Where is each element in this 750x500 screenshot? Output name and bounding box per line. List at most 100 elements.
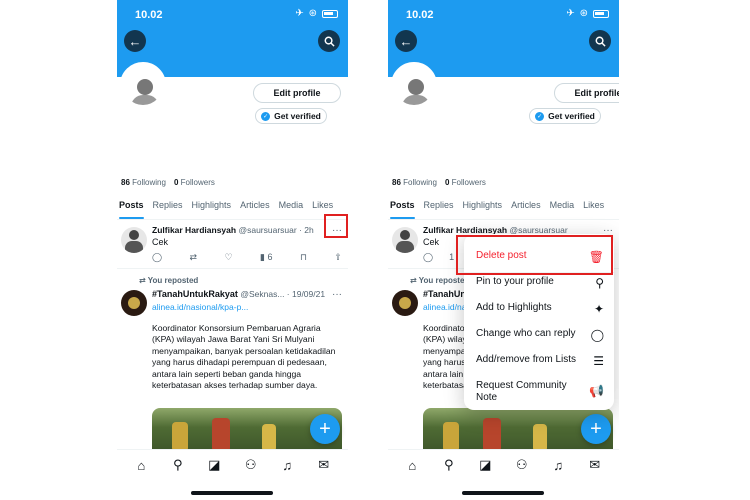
share-icon[interactable]: ⇪ xyxy=(334,252,342,263)
follow-stats: 86 Following 0 Followers xyxy=(121,178,215,187)
search-button[interactable] xyxy=(589,30,611,52)
menu-item-community-note[interactable]: Request Community Note xyxy=(464,380,584,404)
menu-item-lists[interactable]: Add/remove from Lists ☰ xyxy=(464,354,614,368)
bottom-nav: ⌂ ⚲ ◪ ⚇ ♫ ✉ xyxy=(388,449,619,500)
bell-icon[interactable]: ♫ xyxy=(279,457,295,473)
link-icon: ⊛ xyxy=(308,8,317,19)
bell-icon[interactable]: ♫ xyxy=(550,457,566,473)
repost-small-icon: ⇄ xyxy=(139,276,146,285)
get-verified-button[interactable]: ✓ Get verified xyxy=(529,108,601,124)
search-button[interactable] xyxy=(318,30,340,52)
post-link[interactable]: alinea.id/nasional/kpa-p... xyxy=(152,302,248,312)
views-count: 6 xyxy=(267,252,273,262)
status-icons: ✈ ⊛ xyxy=(566,8,609,19)
post-text: Cek xyxy=(152,237,169,247)
plus-icon: + xyxy=(590,417,602,440)
link-icon: ⊛ xyxy=(579,8,588,19)
profile-avatar[interactable] xyxy=(391,62,437,108)
tab-media[interactable]: Media xyxy=(279,198,304,219)
home-indicator xyxy=(191,491,273,495)
back-button[interactable]: ← xyxy=(395,30,417,52)
post-text: Cek xyxy=(423,237,440,247)
repost-count: 1 xyxy=(449,252,455,262)
post-cek[interactable]: Zulfikar Hardiansyah @saursuarsuar · 2h … xyxy=(117,221,348,269)
tab-posts[interactable]: Posts xyxy=(119,198,144,219)
search-nav-icon[interactable]: ⚲ xyxy=(170,457,186,473)
phone-screen-left: 10.02 ✈ ⊛ ← Edit profile ✓ Get verified … xyxy=(117,0,348,500)
reposted-label: ⇄ You reposted xyxy=(139,276,199,285)
author-name[interactable]: Zulfikar Hardiansyah xyxy=(152,225,236,235)
edit-profile-button[interactable]: Edit profile xyxy=(253,83,341,103)
bookmark-icon[interactable]: ⊓ xyxy=(300,252,307,263)
following-link[interactable]: 86 Following xyxy=(121,178,166,187)
annotation-highlight-delete xyxy=(456,235,613,275)
profile-tabs: Posts Replies Highlights Articles Media … xyxy=(117,198,348,220)
compose-button[interactable]: + xyxy=(310,414,340,444)
arrow-left-icon: ← xyxy=(128,33,142,49)
tab-media[interactable]: Media xyxy=(550,198,575,219)
post-actions: ◯ ⇄ ♡ ▮ 6 ⊓ ⇪ xyxy=(152,252,342,263)
airplane-icon: ✈ xyxy=(295,8,304,19)
arrow-left-icon: ← xyxy=(399,33,413,49)
profile-tabs: Posts Replies Highlights Articles Media … xyxy=(388,198,619,220)
menu-item-add-highlights[interactable]: Add to Highlights ✦ xyxy=(464,302,614,316)
tab-articles[interactable]: Articles xyxy=(240,198,270,219)
get-verified-button[interactable]: ✓ Get verified xyxy=(255,108,327,124)
grok-icon[interactable]: ◪ xyxy=(477,457,493,473)
back-button[interactable]: ← xyxy=(124,30,146,52)
tab-replies[interactable]: Replies xyxy=(424,198,454,219)
views-button[interactable]: ▮ 6 xyxy=(260,252,272,263)
airplane-icon: ✈ xyxy=(566,8,575,19)
bottom-nav: ⌂ ⚲ ◪ ⚇ ♫ ✉ xyxy=(117,449,348,500)
get-verified-label: Get verified xyxy=(274,111,321,121)
status-time: 10.02 xyxy=(135,9,163,21)
search-nav-icon[interactable]: ⚲ xyxy=(441,457,457,473)
tab-articles[interactable]: Articles xyxy=(511,198,541,219)
more-options-icon[interactable]: ··· xyxy=(332,289,342,300)
avatar[interactable] xyxy=(392,227,418,253)
menu-item-change-reply[interactable]: Change who can reply ◯ xyxy=(464,328,614,342)
like-icon[interactable]: ♡ xyxy=(225,252,233,263)
sparkle-icon: ✦ xyxy=(593,302,604,316)
tab-posts[interactable]: Posts xyxy=(390,198,415,219)
repost-small-icon: ⇄ xyxy=(410,276,417,285)
tab-highlights[interactable]: Highlights xyxy=(192,198,232,219)
communities-icon[interactable]: ⚇ xyxy=(514,457,530,473)
followers-link[interactable]: 0 Followers xyxy=(174,178,215,187)
tab-likes[interactable]: Likes xyxy=(583,198,604,219)
battery-icon xyxy=(322,9,338,18)
reply-icon[interactable]: ◯ xyxy=(423,252,433,263)
mail-icon[interactable]: ✉ xyxy=(587,457,603,473)
profile-avatar[interactable] xyxy=(120,62,166,108)
mail-icon[interactable]: ✉ xyxy=(316,457,332,473)
pin-icon: ⚲ xyxy=(595,276,604,290)
avatar[interactable] xyxy=(121,227,147,253)
followers-link[interactable]: 0 Followers xyxy=(445,178,486,187)
author-name[interactable]: #TanahUntukRakyat xyxy=(152,289,238,299)
compose-button[interactable]: + xyxy=(581,414,611,444)
list-icon: ☰ xyxy=(593,354,604,368)
verified-badge-icon: ✓ xyxy=(261,111,271,121)
repost-icon[interactable]: ⇄ xyxy=(190,252,198,263)
communities-icon[interactable]: ⚇ xyxy=(243,457,259,473)
reply-icon[interactable]: ◯ xyxy=(152,252,162,263)
avatar[interactable] xyxy=(392,290,418,316)
post-text: Koordinator Konsorsium Pembaruan Agraria… xyxy=(152,323,336,391)
follow-stats: 86 Following 0 Followers xyxy=(392,178,486,187)
battery-icon xyxy=(593,9,609,18)
menu-item-pin-profile[interactable]: Pin to your profile ⚲ xyxy=(464,276,614,290)
verified-badge-icon: ✓ xyxy=(535,111,545,121)
grok-icon[interactable]: ◪ xyxy=(206,457,222,473)
search-icon xyxy=(595,36,606,47)
edit-profile-button[interactable]: Edit profile xyxy=(554,83,619,103)
home-indicator xyxy=(462,491,544,495)
tab-replies[interactable]: Replies xyxy=(153,198,183,219)
following-link[interactable]: 86 Following xyxy=(392,178,437,187)
post-header: #TanahUntukRakyat @Seknas... · 19/09/21 xyxy=(152,289,325,299)
avatar[interactable] xyxy=(121,290,147,316)
tab-highlights[interactable]: Highlights xyxy=(463,198,503,219)
home-icon[interactable]: ⌂ xyxy=(404,457,420,473)
status-icons: ✈ ⊛ xyxy=(295,8,338,19)
home-icon[interactable]: ⌂ xyxy=(133,457,149,473)
search-icon xyxy=(324,36,335,47)
